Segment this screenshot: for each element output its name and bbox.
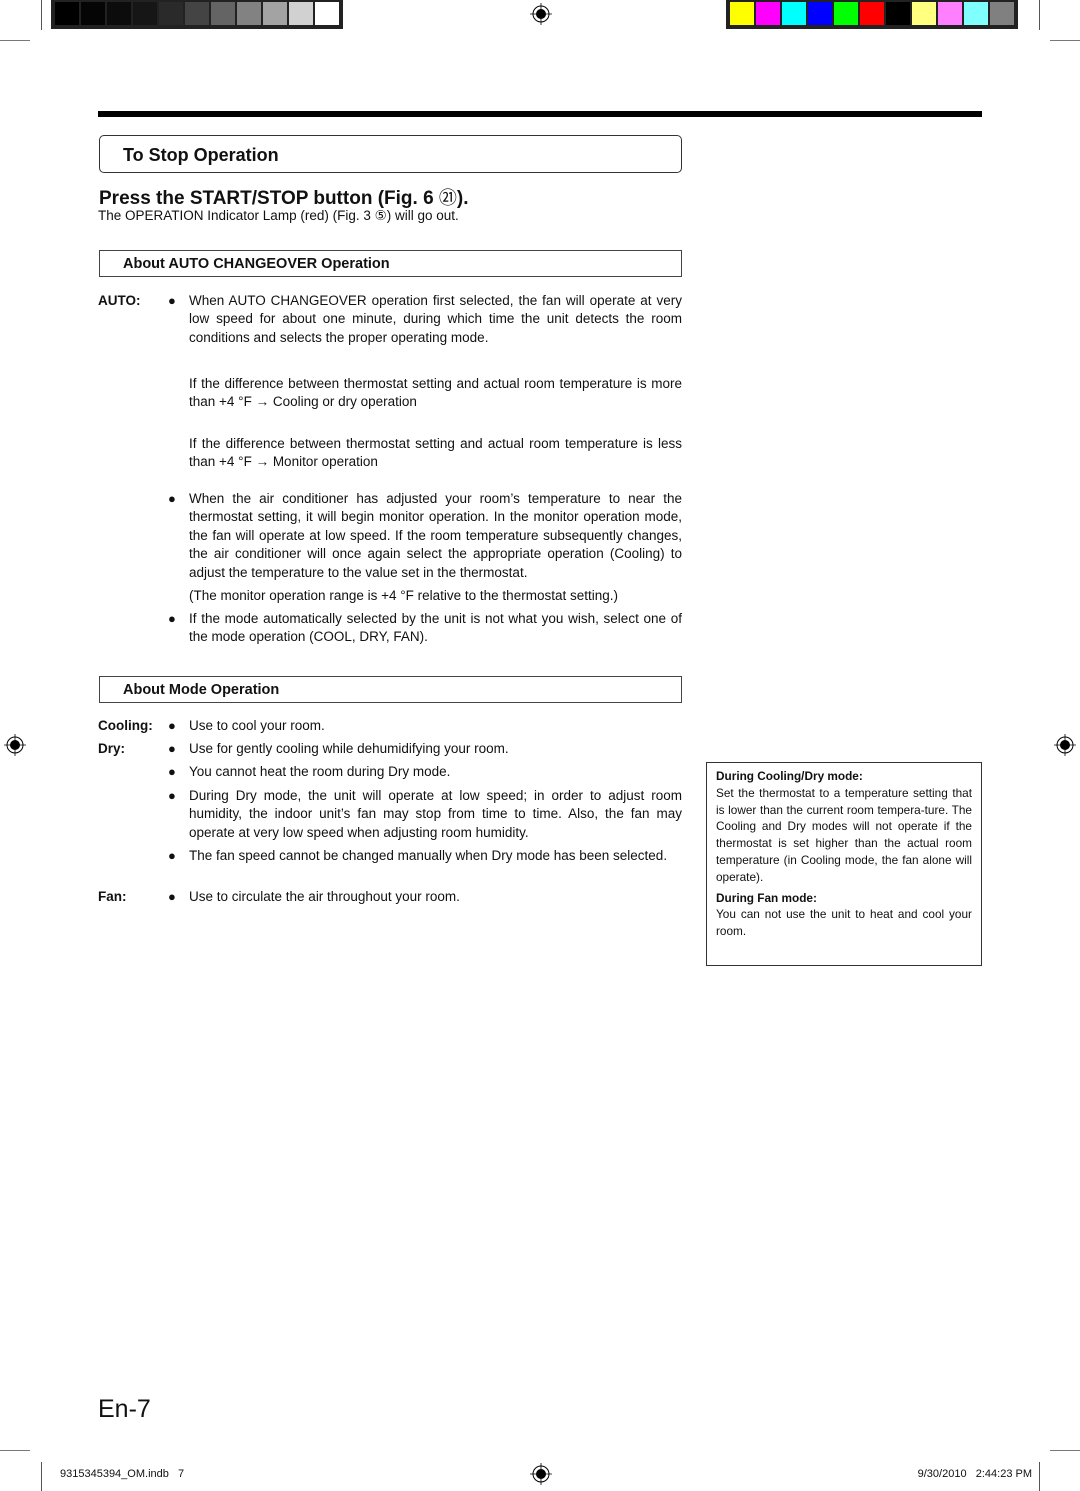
color-swatch: [912, 2, 936, 25]
registration-mark-icon: [530, 3, 552, 25]
registration-mark-icon: [4, 734, 26, 756]
footer-timestamp: 9/30/2010 2:44:23 PM: [917, 1468, 1032, 1480]
process-color-bar: [726, 0, 1018, 29]
color-swatch: [756, 2, 780, 25]
color-swatch: [964, 2, 988, 25]
bullet-icon: ●: [168, 611, 176, 626]
bullet-icon: ●: [168, 718, 176, 733]
intro-text: The OPERATION Indicator Lamp (red) (Fig.…: [98, 207, 459, 226]
color-swatch: [886, 2, 910, 25]
bullet-icon: ●: [168, 491, 176, 506]
dry-text-1: Use for gently cooling while dehumidifyi…: [189, 741, 509, 756]
bullet-icon: ●: [168, 293, 176, 308]
auto-paragraph-5: (The monitor operation range is +4 °F re…: [189, 588, 618, 603]
color-swatch: [263, 2, 287, 25]
color-swatch: [834, 2, 858, 25]
bullet-icon: ●: [168, 764, 176, 779]
color-swatch: [782, 2, 806, 25]
note-heading-cooling-dry: During Cooling/Dry mode:: [716, 769, 863, 783]
dry-label: Dry:: [98, 741, 126, 756]
registration-mark-icon: [530, 1463, 552, 1485]
dry-text-3: During Dry mode, the unit will operate a…: [189, 788, 682, 840]
intro-pre: The OPERATION Indicator Lamp (red) (Fig.…: [98, 208, 375, 223]
fan-label: Fan:: [98, 889, 127, 904]
color-swatch: [730, 2, 754, 25]
color-swatch: [211, 2, 235, 25]
auto-label: AUTO:: [98, 293, 141, 308]
color-swatch: [938, 2, 962, 25]
registration-mark-icon: [1054, 734, 1076, 756]
color-swatch: [55, 2, 79, 25]
page-number: En-7: [98, 1395, 151, 1423]
auto-changeover-box: About AUTO CHANGEOVER Operation: [99, 250, 682, 277]
color-swatch: [159, 2, 183, 25]
figure-ref-5: ⑤: [374, 208, 387, 223]
note-heading-fan: During Fan mode:: [716, 890, 817, 905]
heading-end: ).: [456, 188, 469, 209]
color-swatch: [237, 2, 261, 25]
auto-changeover-title: About AUTO CHANGEOVER Operation: [123, 256, 390, 272]
color-swatch: [289, 2, 313, 25]
crop-mark: [41, 0, 42, 30]
grayscale-color-bar: [51, 0, 343, 29]
crop-mark: [1039, 1462, 1040, 1491]
color-swatch: [107, 2, 131, 25]
auto-paragraph-6: If the mode automatically selected by th…: [189, 611, 682, 645]
section-title-box: To Stop Operation: [99, 135, 682, 173]
cooling-text-1: Use to cool your room.: [189, 718, 325, 733]
auto-paragraph-4: When the air conditioner has adjusted yo…: [189, 491, 682, 580]
auto-paragraph-2: If the difference between thermostat set…: [189, 376, 682, 410]
color-swatch: [81, 2, 105, 25]
figure-ref-26: ㉑: [438, 188, 457, 208]
intro-post: ) will go out.: [386, 208, 459, 223]
bullet-icon: ●: [168, 741, 176, 756]
cooling-label: Cooling:: [98, 718, 153, 733]
dry-text-2: You cannot heat the room during Dry mode…: [189, 764, 451, 779]
crop-mark: [1050, 40, 1080, 41]
color-swatch: [133, 2, 157, 25]
crop-mark: [1039, 0, 1040, 30]
color-swatch: [315, 2, 339, 25]
crop-mark: [41, 1462, 42, 1491]
section-rule: [98, 111, 982, 117]
section-title: To Stop Operation: [123, 145, 279, 165]
crop-mark: [0, 40, 30, 41]
crop-mark: [1050, 1450, 1080, 1451]
bullet-icon: ●: [168, 889, 176, 904]
note-body-cooling-dry: Set the thermostat to a temperature sett…: [716, 785, 972, 884]
footer-file: 9315345394_OM.indb 7: [60, 1468, 185, 1480]
bullet-icon: ●: [168, 788, 176, 803]
auto-paragraph-1: When AUTO CHANGEOVER operation first sel…: [189, 293, 682, 345]
bullet-icon: ●: [168, 848, 176, 863]
mode-operation-title: About Mode Operation: [123, 682, 280, 698]
color-swatch: [990, 2, 1014, 25]
color-swatch: [860, 2, 884, 25]
fan-text-1: Use to circulate the air throughout your…: [189, 889, 460, 904]
color-swatch: [185, 2, 209, 25]
mode-operation-box: About Mode Operation: [99, 676, 682, 703]
color-swatch: [808, 2, 832, 25]
dry-text-4: The fan speed cannot be changed manually…: [189, 848, 668, 863]
note-box: During Cooling/Dry mode: Set the thermos…: [706, 762, 982, 966]
note-body-fan: You can not use the unit to heat and coo…: [716, 907, 972, 939]
auto-paragraph-3: If the difference between thermostat set…: [189, 436, 682, 470]
heading-text: Press the START/STOP button (Fig. 6: [99, 188, 439, 209]
crop-mark: [0, 1450, 30, 1451]
